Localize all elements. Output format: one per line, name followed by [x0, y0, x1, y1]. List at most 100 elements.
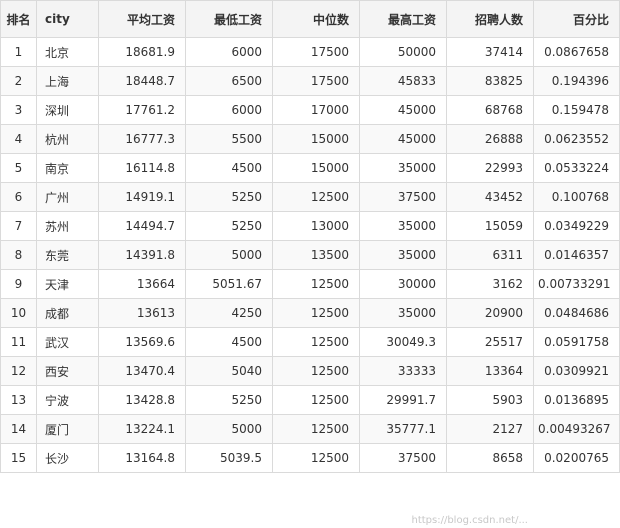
- cell-min-salary: 4500: [185, 327, 273, 357]
- table-row: 8 东莞 14391.8 5000 13500 35000 6311 0.0146357: [0, 240, 620, 270]
- cell-rank: 10: [0, 298, 37, 328]
- table-row: 15 长沙 13164.8 5039.5 12500 37500 8658 0.0200765: [0, 443, 620, 473]
- cell-rank: 15: [0, 443, 37, 473]
- cell-hiring-count: 22993: [446, 153, 534, 183]
- cell-city: 杭州: [36, 124, 99, 154]
- cell-percentage: 0.0136895: [533, 385, 620, 415]
- cell-avg-salary: 14919.1: [98, 182, 186, 212]
- cell-city: 东莞: [36, 240, 99, 270]
- cell-max-salary: 37500: [359, 182, 447, 212]
- cell-min-salary: 6000: [185, 95, 273, 125]
- cell-city: 武汉: [36, 327, 99, 357]
- table-row: 5 南京 16114.8 4500 15000 35000 22993 0.0533224: [0, 153, 620, 183]
- cell-median: 12500: [272, 182, 360, 212]
- cell-rank: 2: [0, 66, 37, 96]
- cell-median: 17000: [272, 95, 360, 125]
- table-header: 排名 city 平均工资 最低工资 中位数 最高工资 招聘人数 百分比: [0, 0, 620, 38]
- cell-hiring-count: 83825: [446, 66, 534, 96]
- cell-min-salary: 5039.5: [185, 443, 273, 473]
- cell-percentage: 0.00733291: [533, 269, 620, 299]
- cell-median: 13500: [272, 240, 360, 270]
- cell-median: 12500: [272, 298, 360, 328]
- cell-hiring-count: 26888: [446, 124, 534, 154]
- cell-min-salary: 4500: [185, 153, 273, 183]
- data-table-container: 排名 city 平均工资 最低工资 中位数 最高工资 招聘人数 百分比 1 北京 18681.9 6…: [0, 0, 620, 528]
- column-header-max-salary[interactable]: 最高工资: [359, 0, 447, 38]
- column-header-avg-salary[interactable]: 平均工资: [98, 0, 186, 38]
- cell-hiring-count: 13364: [446, 356, 534, 386]
- column-header-median[interactable]: 中位数: [272, 0, 360, 38]
- table-row: 7 苏州 14494.7 5250 13000 35000 15059 0.0349229: [0, 211, 620, 241]
- cell-median: 12500: [272, 385, 360, 415]
- cell-rank: 12: [0, 356, 37, 386]
- cell-avg-salary: 13428.8: [98, 385, 186, 415]
- cell-city: 深圳: [36, 95, 99, 125]
- cell-avg-salary: 14494.7: [98, 211, 186, 241]
- column-header-rank[interactable]: 排名: [0, 0, 37, 38]
- cell-median: 12500: [272, 327, 360, 357]
- table-row: 3 深圳 17761.2 6000 17000 45000 68768 0.159478: [0, 95, 620, 125]
- cell-percentage: 0.194396: [533, 66, 620, 96]
- cell-rank: 3: [0, 95, 37, 125]
- cell-median: 15000: [272, 153, 360, 183]
- cell-avg-salary: 13569.6: [98, 327, 186, 357]
- cell-median: 12500: [272, 269, 360, 299]
- cell-min-salary: 5040: [185, 356, 273, 386]
- table-row: 12 西安 13470.4 5040 12500 33333 13364 0.0309921: [0, 356, 620, 386]
- cell-hiring-count: 37414: [446, 37, 534, 67]
- cell-rank: 5: [0, 153, 37, 183]
- cell-percentage: 0.0484686: [533, 298, 620, 328]
- cell-city: 南京: [36, 153, 99, 183]
- cell-avg-salary: 17761.2: [98, 95, 186, 125]
- cell-min-salary: 5250: [185, 211, 273, 241]
- cell-max-salary: 29991.7: [359, 385, 447, 415]
- cell-rank: 11: [0, 327, 37, 357]
- table-row: 14 厦门 13224.1 5000 12500 35777.1 2127 0.0049326…: [0, 414, 620, 444]
- table-row: 2 上海 18448.7 6500 17500 45833 83825 0.194396: [0, 66, 620, 96]
- cell-city: 北京: [36, 37, 99, 67]
- cell-median: 12500: [272, 443, 360, 473]
- cell-percentage: 0.0146357: [533, 240, 620, 270]
- cell-percentage: 0.0309921: [533, 356, 620, 386]
- cell-median: 17500: [272, 37, 360, 67]
- cell-median: 12500: [272, 356, 360, 386]
- cell-hiring-count: 5903: [446, 385, 534, 415]
- cell-min-salary: 5500: [185, 124, 273, 154]
- column-header-percentage[interactable]: 百分比: [533, 0, 620, 38]
- header-row: 排名 city 平均工资 最低工资 中位数 最高工资 招聘人数 百分比: [0, 0, 620, 38]
- cell-percentage: 0.0200765: [533, 443, 620, 473]
- cell-percentage: 0.00493267: [533, 414, 620, 444]
- cell-median: 12500: [272, 414, 360, 444]
- cell-avg-salary: 13224.1: [98, 414, 186, 444]
- cell-avg-salary: 14391.8: [98, 240, 186, 270]
- cell-city: 成都: [36, 298, 99, 328]
- cell-min-salary: 6500: [185, 66, 273, 96]
- cell-hiring-count: 25517: [446, 327, 534, 357]
- column-header-min-salary[interactable]: 最低工资: [185, 0, 273, 38]
- cell-city: 广州: [36, 182, 99, 212]
- cell-percentage: 0.0623552: [533, 124, 620, 154]
- cell-percentage: 0.159478: [533, 95, 620, 125]
- cell-median: 13000: [272, 211, 360, 241]
- cell-avg-salary: 13164.8: [98, 443, 186, 473]
- cell-max-salary: 33333: [359, 356, 447, 386]
- cell-avg-salary: 18681.9: [98, 37, 186, 67]
- cell-percentage: 0.0349229: [533, 211, 620, 241]
- table-row: 1 北京 18681.9 6000 17500 50000 37414 0.0867658: [0, 37, 620, 67]
- cell-city: 厦门: [36, 414, 99, 444]
- cell-max-salary: 37500: [359, 443, 447, 473]
- table-row: 6 广州 14919.1 5250 12500 37500 43452 0.100768: [0, 182, 620, 212]
- cell-city: 西安: [36, 356, 99, 386]
- table-row: 9 天津 13664 5051.67 12500 30000 3162 0.00733291: [0, 269, 620, 299]
- cell-percentage: 0.0591758: [533, 327, 620, 357]
- cell-rank: 13: [0, 385, 37, 415]
- cell-median: 17500: [272, 66, 360, 96]
- cell-min-salary: 6000: [185, 37, 273, 67]
- cell-rank: 9: [0, 269, 37, 299]
- column-header-city[interactable]: city: [36, 0, 99, 38]
- cell-city: 上海: [36, 66, 99, 96]
- cell-rank: 4: [0, 124, 37, 154]
- table-row: 4 杭州 16777.3 5500 15000 45000 26888 0.0623552: [0, 124, 620, 154]
- cell-percentage: 0.0867658: [533, 37, 620, 67]
- column-header-hiring-count[interactable]: 招聘人数: [446, 0, 534, 38]
